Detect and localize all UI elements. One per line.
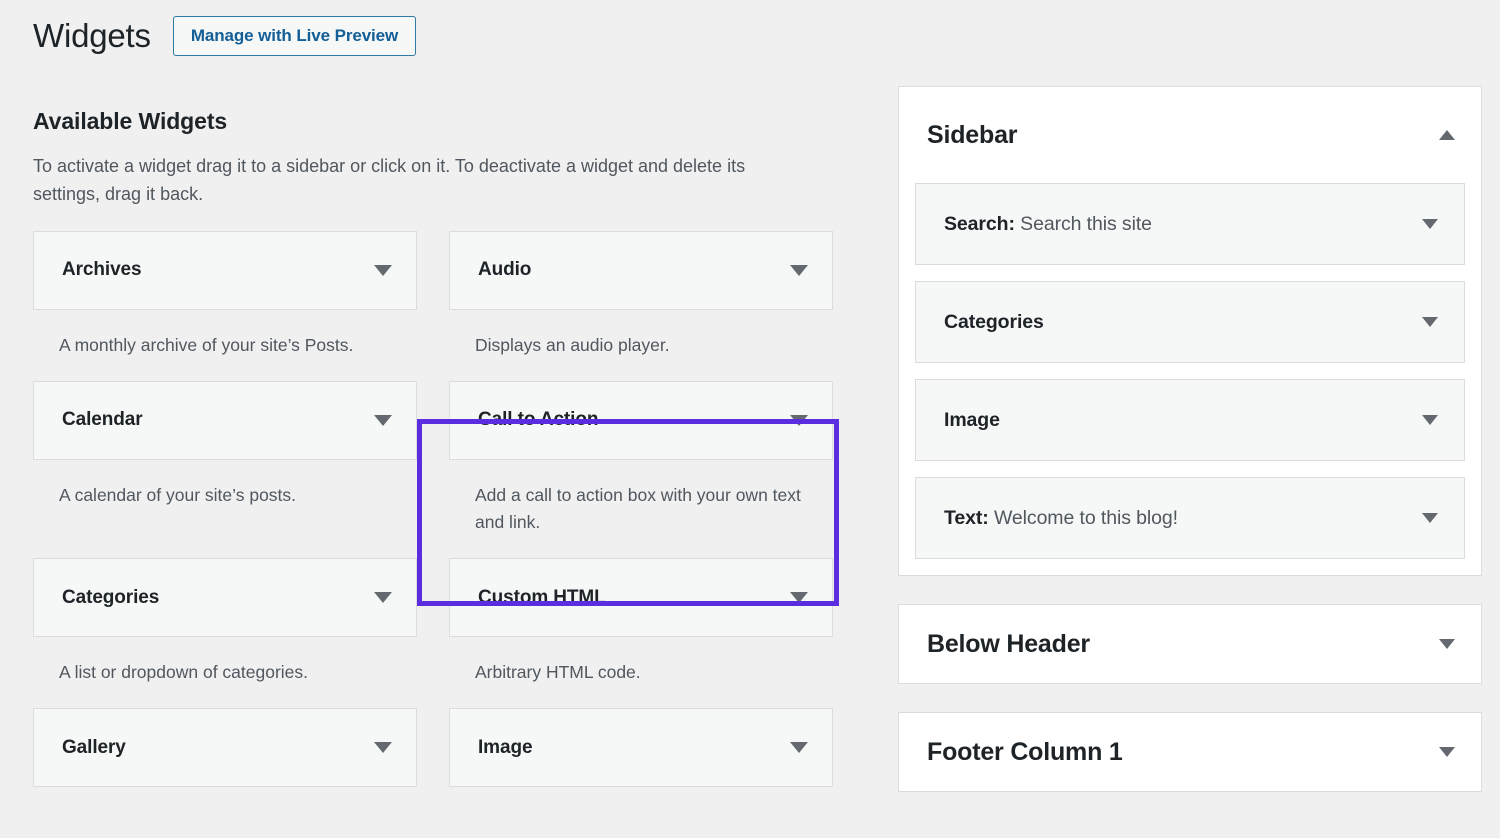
sidebar-widget-title: Search: Search this site: [944, 213, 1152, 236]
widget-card-title: Gallery: [62, 737, 126, 759]
sidebar-panel-header-below-header[interactable]: Below Header: [899, 605, 1481, 683]
sidebar-widget-type: Text:: [944, 507, 989, 529]
sidebar-widget-type: Search:: [944, 213, 1015, 235]
chevron-down-icon[interactable]: [790, 742, 808, 753]
widget-description: Add a call to action box with your own t…: [449, 460, 833, 536]
available-widgets-grid: Archives A monthly archive of your site’…: [33, 231, 833, 810]
widget-card-audio[interactable]: Audio: [449, 231, 833, 310]
chevron-down-icon[interactable]: [790, 415, 808, 426]
widget-description: Arbitrary HTML code.: [449, 637, 833, 686]
widget-card-categories[interactable]: Categories: [33, 558, 417, 637]
widget-description: A monthly archive of your site’s Posts.: [33, 310, 417, 359]
widget-cell-archives: Archives A monthly archive of your site’…: [33, 231, 417, 359]
widget-card-title: Call to Action: [478, 409, 598, 431]
sidebar-widget-categories[interactable]: Categories: [915, 281, 1465, 363]
widget-card-archives[interactable]: Archives: [33, 231, 417, 310]
sidebar-panel-title: Footer Column 1: [927, 738, 1123, 767]
page-header: Widgets Manage with Live Preview: [33, 16, 416, 56]
sidebar-widget-type: Image: [944, 409, 1000, 431]
chevron-down-icon[interactable]: [1439, 747, 1455, 757]
chevron-down-icon[interactable]: [1422, 219, 1438, 229]
chevron-down-icon[interactable]: [374, 592, 392, 603]
chevron-down-icon[interactable]: [1439, 639, 1455, 649]
chevron-down-icon[interactable]: [374, 265, 392, 276]
sidebar-panel-footer-column-1: Footer Column 1: [898, 712, 1482, 792]
sidebar-panel-sidebar: Sidebar Search: Search this site Categor…: [898, 86, 1482, 576]
chevron-down-icon[interactable]: [1422, 317, 1438, 327]
sidebar-panel-below-header: Below Header: [898, 604, 1482, 684]
available-widgets-title: Available Widgets: [33, 108, 833, 135]
widget-card-title: Categories: [62, 587, 159, 609]
chevron-down-icon[interactable]: [1422, 513, 1438, 523]
sidebar-panel-header-footer-column-1[interactable]: Footer Column 1: [899, 713, 1481, 791]
widget-card-title: Audio: [478, 259, 531, 281]
chevron-up-icon[interactable]: [1439, 130, 1455, 140]
chevron-down-icon[interactable]: [374, 415, 392, 426]
widget-cell-calendar: Calendar A calendar of your site’s posts…: [33, 381, 417, 536]
sidebar-widget-title: Image: [944, 409, 1000, 432]
widget-cell-call-to-action: Call to Action Add a call to action box …: [449, 381, 833, 536]
widget-description: A list or dropdown of categories.: [33, 637, 417, 686]
chevron-down-icon[interactable]: [790, 265, 808, 276]
widget-card-image[interactable]: Image: [449, 708, 833, 787]
sidebar-widget-title: Text: Welcome to this blog!: [944, 507, 1178, 530]
sidebar-panel-header-sidebar[interactable]: Sidebar: [899, 87, 1481, 183]
widget-cell-gallery: Gallery: [33, 708, 417, 787]
widget-description: A calendar of your site’s posts.: [33, 460, 417, 509]
widget-card-call-to-action[interactable]: Call to Action: [449, 381, 833, 460]
sidebar-panel-title: Sidebar: [927, 121, 1017, 150]
sidebar-panel-title: Below Header: [927, 630, 1090, 659]
chevron-down-icon[interactable]: [1422, 415, 1438, 425]
sidebar-widget-image[interactable]: Image: [915, 379, 1465, 461]
page-title: Widgets: [33, 16, 151, 56]
widget-cell-audio: Audio Displays an audio player.: [449, 231, 833, 359]
chevron-down-icon[interactable]: [790, 592, 808, 603]
widget-card-calendar[interactable]: Calendar: [33, 381, 417, 460]
widget-card-custom-html[interactable]: Custom HTML: [449, 558, 833, 637]
manage-with-live-preview-button[interactable]: Manage with Live Preview: [173, 16, 416, 56]
widget-description: Displays an audio player.: [449, 310, 833, 359]
widget-card-title: Archives: [62, 259, 141, 281]
sidebars-column: Sidebar Search: Search this site Categor…: [898, 86, 1482, 820]
widget-cell-categories: Categories A list or dropdown of categor…: [33, 558, 417, 686]
sidebar-panel-body-sidebar: Search: Search this site Categories Imag…: [899, 183, 1481, 575]
available-widgets-section: Available Widgets To activate a widget d…: [33, 108, 833, 809]
sidebar-widget-instance: Search this site: [1020, 213, 1152, 235]
widget-card-gallery[interactable]: Gallery: [33, 708, 417, 787]
sidebar-widget-type: Categories: [944, 311, 1044, 333]
sidebar-widget-title: Categories: [944, 311, 1044, 334]
widget-cell-custom-html: Custom HTML Arbitrary HTML code.: [449, 558, 833, 686]
widget-cell-image: Image: [449, 708, 833, 787]
widget-card-title: Calendar: [62, 409, 143, 431]
widget-card-title: Custom HTML: [478, 587, 606, 609]
available-widgets-description: To activate a widget drag it to a sideba…: [33, 153, 763, 209]
widget-card-title: Image: [478, 737, 532, 759]
chevron-down-icon[interactable]: [374, 742, 392, 753]
sidebar-widget-instance: Welcome to this blog!: [994, 507, 1178, 529]
sidebar-widget-text[interactable]: Text: Welcome to this blog!: [915, 477, 1465, 559]
sidebar-widget-search[interactable]: Search: Search this site: [915, 183, 1465, 265]
